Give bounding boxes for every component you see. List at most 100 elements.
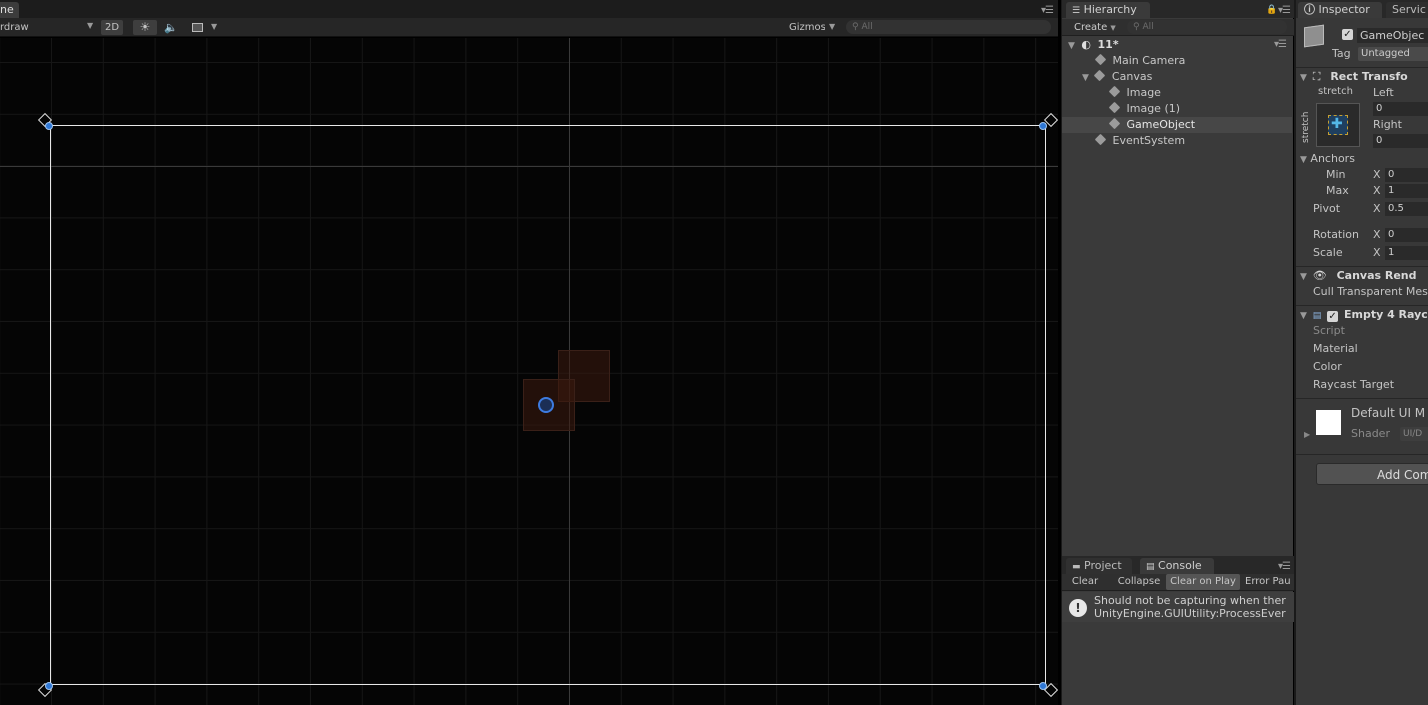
scene-root-row[interactable]: ▼ ◐ 11* ▾☰ (1062, 37, 1292, 53)
rect-transform-header[interactable]: ▼ ⛶ Rect Transfo (1296, 67, 1428, 85)
create-dropdown[interactable]: Create ▼ (1066, 20, 1122, 35)
right-field[interactable]: 0 (1373, 134, 1428, 148)
script-icon: ▤ (1312, 311, 1322, 321)
hierarchy-item-image[interactable]: Image (1062, 85, 1292, 101)
chevron-down-icon: ▼ (829, 22, 836, 31)
collapse-button[interactable]: Collapse (1112, 574, 1166, 590)
shader-label: Shader (1351, 427, 1390, 440)
scene-tabbar: ne ▾☰ (0, 0, 1058, 18)
left-label: Left (1373, 86, 1394, 99)
scale-x-label: X (1373, 246, 1381, 259)
hierarchy-item-label: Main Camera (1112, 54, 1186, 67)
pivot-label: Pivot (1313, 202, 1341, 215)
tab-inspector[interactable]: ⓘ Inspector (1298, 2, 1382, 18)
log-message-line2: UnityEngine.GUIUtility:ProcessEver (1094, 607, 1286, 620)
error-pause-button[interactable]: Error Pau (1242, 574, 1294, 590)
active-checkbox[interactable]: ✓ (1342, 29, 1353, 40)
chevron-down-icon: ▼ (87, 21, 94, 30)
tag-label: Tag (1332, 47, 1351, 60)
tab-project-label: Project (1084, 559, 1122, 572)
canvas-renderer-header[interactable]: ▼ 👁 Canvas Rend (1296, 266, 1428, 284)
fold-arrow-icon[interactable]: ▼ (1082, 73, 1089, 83)
hierarchy-item-label: Canvas (1111, 70, 1153, 83)
clear-button[interactable]: Clear (1066, 574, 1104, 590)
hierarchy-item-image-1[interactable]: Image (1) (1062, 101, 1292, 117)
scale-x-field[interactable]: 1 (1385, 246, 1428, 260)
fold-arrow-icon[interactable]: ▼ (1300, 73, 1307, 83)
info-icon: ! (1069, 599, 1087, 617)
rect-corner-top-left[interactable] (45, 122, 53, 130)
clear-on-play-button[interactable]: Clear on Play (1166, 574, 1240, 590)
tab-console[interactable]: ▤ Console (1140, 558, 1214, 574)
max-x-label: X (1373, 184, 1381, 197)
console-log-entry[interactable]: ! Should not be capturing when ther Unit… (1062, 592, 1294, 622)
scene-menu-icon[interactable]: ▾☰ (1041, 5, 1054, 16)
chevron-down-icon: ▼ (1110, 24, 1116, 32)
audio-toggle-icon[interactable]: 🔈 (161, 20, 181, 35)
inspector-panel: ⓘ Inspector Servic ✓ GameObjec Tag Untag… (1294, 0, 1428, 705)
rotation-x-label: X (1373, 228, 1381, 241)
eye-icon: 👁 (1312, 269, 1327, 282)
pivot-handle[interactable] (538, 397, 554, 413)
lighting-toggle-icon[interactable]: ☀ (133, 20, 157, 35)
hierarchy-item-main-camera[interactable]: Main Camera (1062, 53, 1292, 69)
hierarchy-item-label: EventSystem (1112, 134, 1186, 147)
scene-view[interactable]: ne ▾☰ rdraw ▼ 2D ☀ 🔈 ▼ Gizmos ▼ ⚲ All (0, 0, 1058, 705)
empty-raycast-header[interactable]: ▼ ▤ ✓ Empty 4 Rayc (1296, 305, 1428, 323)
draw-mode-dropdown[interactable]: rdraw (0, 20, 40, 35)
console-panel: ▬ Project ▤ Console ▾☰ Clear Collapse Cl… (1061, 556, 1294, 705)
hierarchy-item-canvas[interactable]: ▼ Canvas (1062, 69, 1292, 85)
hierarchy-search-input[interactable]: ⚲ All (1127, 20, 1287, 34)
search-placeholder: All (1142, 22, 1154, 32)
scene-tab[interactable]: ne (0, 2, 19, 18)
gizmos-dropdown[interactable]: Gizmos (789, 20, 825, 35)
rotation-x-field[interactable]: 0 (1385, 228, 1428, 242)
fold-arrow-icon[interactable]: ▼ (1300, 311, 1307, 321)
rect-corner-bottom-right[interactable] (1039, 682, 1047, 690)
lock-icon[interactable]: 🔒 (1266, 5, 1277, 15)
anchors-foldout[interactable]: ▼ Anchors (1300, 151, 1355, 167)
hierarchy-panel: ☰ Hierarchy 🔒 ▾☰ Create ▼ ⚲ All ▼ ◐ 11* … (1061, 0, 1294, 556)
pivot-x-field[interactable]: 0.5 (1385, 202, 1428, 216)
fold-arrow-icon[interactable]: ▼ (1068, 41, 1075, 51)
max-label: Max (1326, 184, 1349, 197)
console-icon: ▤ (1146, 562, 1155, 572)
anchor-presets-button[interactable]: ✚ (1316, 103, 1360, 147)
hierarchy-menu-icon[interactable]: ▾☰ (1278, 5, 1291, 16)
tab-console-label: Console (1158, 559, 1202, 572)
console-menu-icon[interactable]: ▾☰ (1278, 561, 1291, 572)
hierarchy-item-eventsystem[interactable]: EventSystem (1062, 133, 1292, 149)
fold-arrow-icon[interactable]: ▼ (1300, 272, 1307, 282)
scene-menu-icon[interactable]: ▾☰ (1274, 37, 1287, 53)
pivot-x-label: X (1373, 202, 1381, 215)
effects-dropdown-icon[interactable]: ▼ (211, 22, 217, 31)
expand-arrow-icon[interactable]: ▶ (1304, 430, 1310, 439)
tab-hierarchy-label: Hierarchy (1083, 3, 1137, 16)
hierarchy-item-gameobject[interactable]: GameObject (1062, 117, 1292, 133)
console-tabbar: ▬ Project ▤ Console ▾☰ (1062, 556, 1294, 574)
add-component-button[interactable]: Add Com (1316, 463, 1428, 485)
search-icon: ⚲ (1133, 22, 1140, 32)
rect-corner-bottom-left[interactable] (45, 682, 53, 690)
min-x-field[interactable]: 0 (1385, 168, 1428, 182)
effects-toggle-icon[interactable] (188, 20, 206, 35)
search-icon: ⚲ (852, 22, 859, 32)
rect-corner-top-right[interactable] (1039, 122, 1047, 130)
left-field[interactable]: 0 (1373, 102, 1428, 116)
color-label: Color (1313, 360, 1342, 373)
create-label: Create (1074, 22, 1108, 33)
2d-toggle-button[interactable]: 2D (101, 20, 123, 35)
rect-transform-icon: ⛶ (1312, 70, 1321, 83)
tab-hierarchy[interactable]: ☰ Hierarchy (1066, 2, 1150, 18)
tag-dropdown[interactable]: Untagged (1358, 47, 1428, 61)
scene-search-input[interactable]: ⚲ All (846, 20, 1051, 34)
object-name-field[interactable]: GameObjec (1357, 28, 1428, 43)
cull-transparent-label: Cull Transparent Mes (1313, 285, 1428, 298)
max-x-field[interactable]: 1 (1385, 184, 1428, 198)
tab-services[interactable]: Servic (1386, 2, 1428, 18)
shader-dropdown[interactable]: UI/D (1400, 427, 1428, 441)
stretch-label-top: stretch (1318, 86, 1353, 97)
divider (1296, 454, 1428, 455)
tab-project[interactable]: ▬ Project (1066, 558, 1132, 574)
component-enabled-checkbox[interactable]: ✓ (1327, 311, 1339, 322)
